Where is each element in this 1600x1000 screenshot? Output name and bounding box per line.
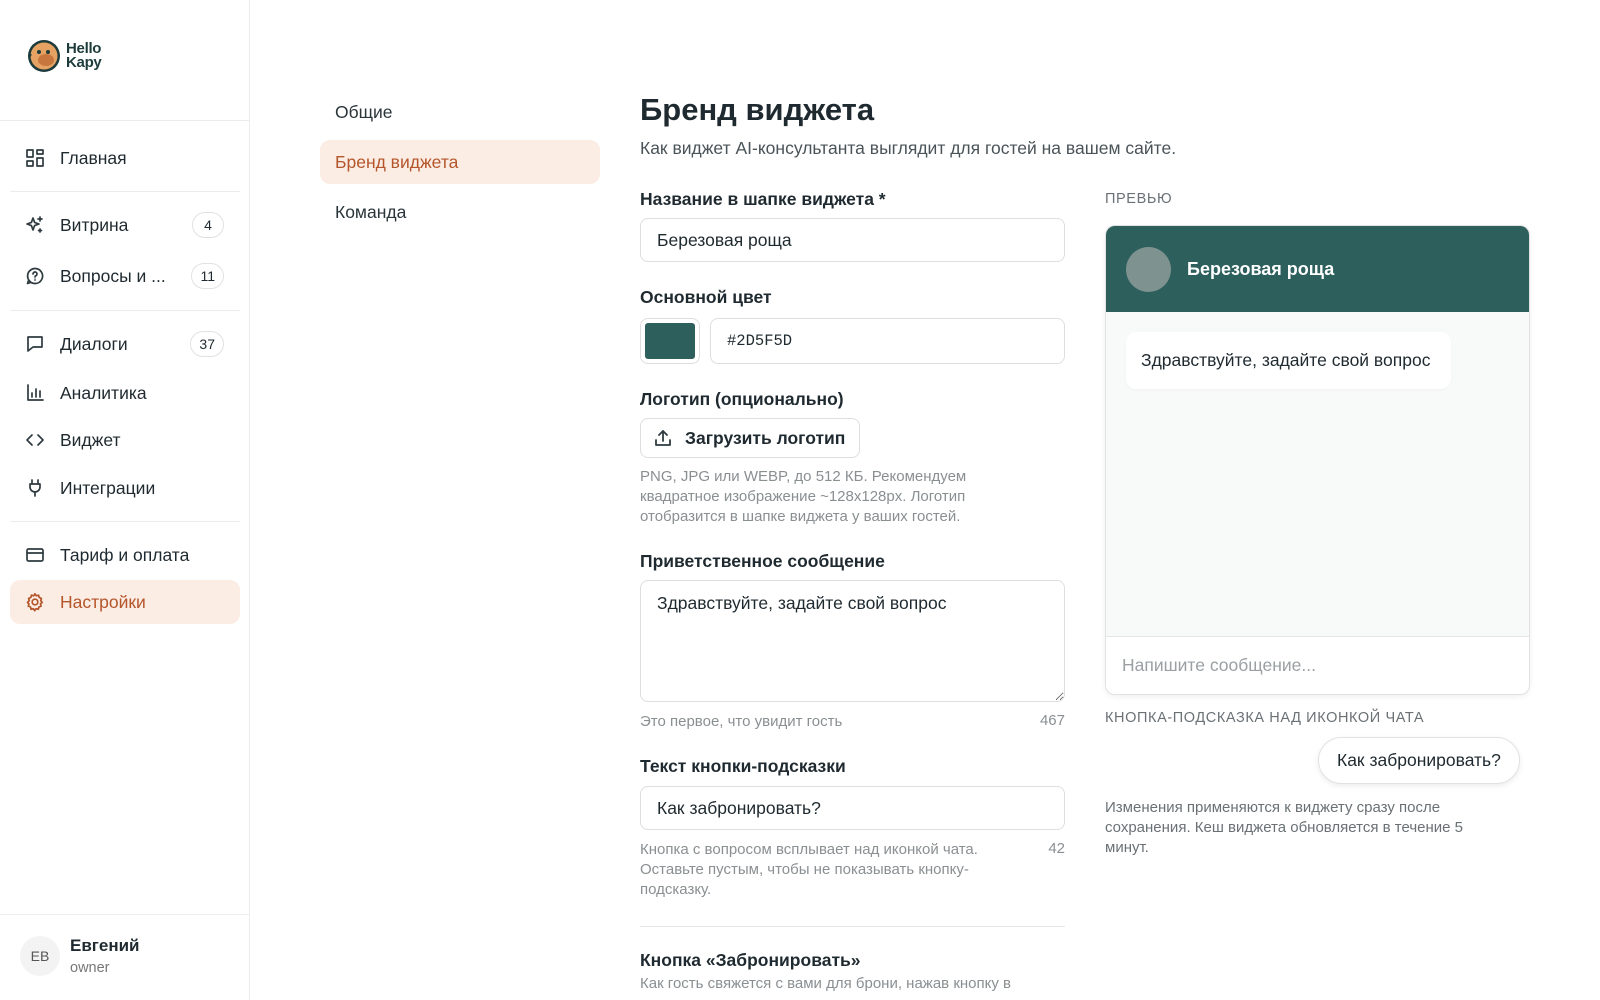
- color-swatch-picker[interactable]: [640, 318, 700, 364]
- sidebar: Hello Kapy Главная Витрина 4 Вопросы и .…: [0, 0, 250, 1000]
- upload-logo-label: Загрузить логотип: [685, 427, 846, 448]
- sidebar-item-label: Витрина: [60, 214, 129, 235]
- sidebar-item-analytics[interactable]: Аналитика: [10, 371, 240, 415]
- sidebar-item-label: Вопросы и ...: [60, 265, 166, 286]
- sidebar-item-home[interactable]: Главная: [10, 136, 240, 180]
- gear-icon: [25, 592, 45, 612]
- widget-title: Березовая роща: [1187, 258, 1335, 279]
- count-badge: 37: [190, 331, 224, 357]
- count-badge: 11: [191, 263, 224, 289]
- header-name-input[interactable]: [640, 218, 1065, 262]
- primary-color-label: Основной цвет: [640, 287, 772, 307]
- capybara-logo-icon: [28, 40, 60, 72]
- logo-label: Логотип (опционально): [640, 389, 844, 409]
- preview-note: Изменения применяются к виджету сразу по…: [1105, 799, 1463, 856]
- divider: [0, 914, 249, 915]
- sidebar-item-label: Аналитика: [60, 382, 147, 403]
- code-icon: [25, 430, 45, 450]
- logo[interactable]: Hello Kapy: [26, 38, 102, 74]
- sidebar-item-label: Настройки: [60, 591, 146, 612]
- upload-icon: [655, 430, 671, 446]
- avatar: ЕВ: [20, 936, 60, 976]
- sidebar-item-showcase[interactable]: Витрина 4: [10, 203, 240, 247]
- widget-avatar: [1126, 246, 1171, 292]
- divider: [10, 191, 240, 192]
- user-name: Евгений: [70, 936, 140, 955]
- suggest-char-counter: 42: [1048, 840, 1065, 857]
- logo-text-line2: Kapy: [66, 54, 102, 71]
- greeting-textarea[interactable]: Здравствуйте, задайте свой вопрос: [640, 580, 1065, 702]
- preview-label: Превью: [1105, 191, 1173, 207]
- suggest-hint: Кнопка с вопросом всплывает над иконкой …: [640, 841, 978, 898]
- chat-icon: [25, 334, 45, 354]
- sidebar-item-questions[interactable]: Вопросы и ... 11: [10, 254, 240, 298]
- subnav-item-general[interactable]: Общие: [320, 90, 600, 134]
- sidebar-item-label: Тариф и оплата: [60, 544, 190, 565]
- question-chat-icon: [25, 266, 45, 286]
- greeting-hint: Это первое, что увидит гость: [640, 713, 843, 730]
- suggest-preview-label: Кнопка-подсказка над иконкой чата: [1105, 710, 1425, 726]
- sidebar-item-label: Интеграции: [60, 477, 156, 498]
- greeting-label: Приветственное сообщение: [640, 551, 885, 571]
- divider: [10, 310, 240, 311]
- sidebar-item-widget[interactable]: Виджет: [10, 418, 240, 462]
- sidebar-item-integrations[interactable]: Интеграции: [10, 466, 240, 510]
- book-button-hint: Как гость свяжется с вами для брони, наж…: [640, 975, 1011, 992]
- page-title: Бренд виджета: [640, 92, 875, 127]
- widget-header: Березовая роща: [1106, 226, 1529, 312]
- page-subtitle: Как виджет AI-консультанта выглядит для …: [640, 138, 1177, 158]
- header-name-label: Название в шапке виджета *: [640, 189, 886, 209]
- count-badge: 4: [192, 212, 224, 238]
- user-profile[interactable]: ЕВ Евгений owner: [20, 936, 140, 976]
- logo-hint: PNG, JPG или WEBP, до 512 КБ. Рекомендуе…: [640, 468, 967, 525]
- sidebar-item-label: Виджет: [60, 429, 121, 450]
- widget-preview: Березовая роща Здравствуйте, задайте сво…: [1105, 225, 1530, 695]
- user-role: owner: [70, 960, 110, 976]
- greeting-char-counter: 467: [1039, 712, 1065, 729]
- sidebar-item-settings[interactable]: Настройки: [10, 580, 240, 624]
- color-hex-input[interactable]: [710, 318, 1065, 364]
- widget-message-input: Напишите сообщение...: [1106, 636, 1529, 694]
- divider: [0, 120, 249, 121]
- subnav-item-widget-brand[interactable]: Бренд виджета: [320, 140, 600, 184]
- sidebar-item-label: Главная: [60, 147, 127, 168]
- suggest-input[interactable]: [640, 786, 1065, 830]
- credit-card-icon: [25, 545, 45, 565]
- sparkles-icon: [25, 215, 45, 235]
- sidebar-item-dialogs[interactable]: Диалоги 37: [10, 322, 240, 366]
- dashboard-icon: [25, 148, 45, 168]
- suggest-label: Текст кнопки-подсказки: [640, 756, 846, 776]
- upload-logo-button[interactable]: Загрузить логотип: [640, 418, 860, 458]
- plug-icon: [25, 478, 45, 498]
- divider: [640, 926, 1065, 927]
- sidebar-item-label: Диалоги: [60, 333, 128, 354]
- book-button-label: Кнопка «Забронировать»: [640, 950, 861, 970]
- suggest-preview-button[interactable]: Как забронировать?: [1318, 737, 1520, 784]
- greeting-bubble: Здравствуйте, задайте свой вопрос: [1126, 332, 1451, 389]
- sidebar-item-billing[interactable]: Тариф и оплата: [10, 533, 240, 577]
- divider: [10, 521, 240, 522]
- bar-chart-icon: [25, 383, 45, 403]
- subnav-item-team[interactable]: Команда: [320, 190, 600, 234]
- color-swatch-fill: [645, 323, 695, 359]
